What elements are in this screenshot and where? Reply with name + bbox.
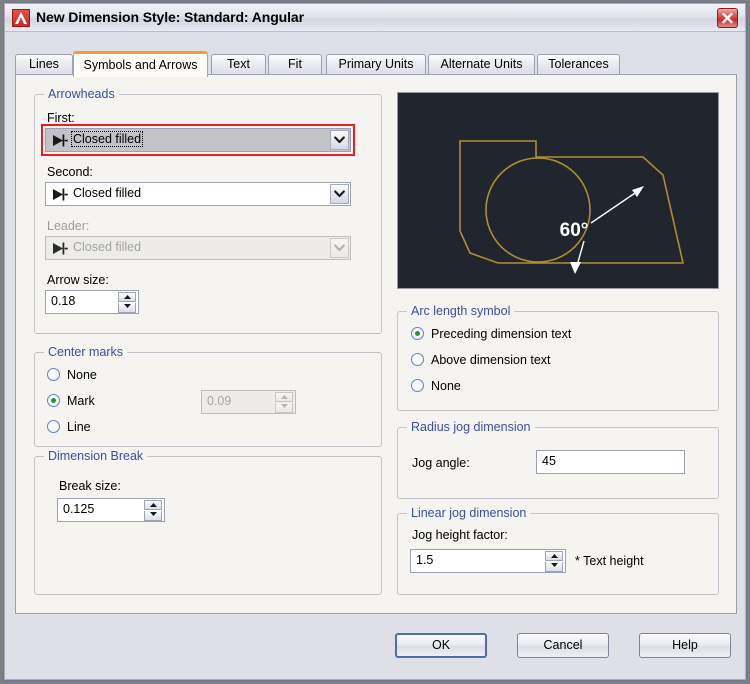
- second-arrowhead-value: Closed filled: [73, 186, 142, 200]
- tab-lines[interactable]: Lines: [15, 54, 73, 75]
- leader-label: Leader:: [47, 219, 90, 233]
- tab-page-symbols-and-arrows: Arrowheads First: Closed filled Second:: [15, 74, 737, 614]
- center-marks-radio-none-label: None: [67, 368, 97, 382]
- leader-arrowhead-value: Closed filled: [73, 240, 142, 254]
- ok-button-label: OK: [431, 638, 451, 652]
- first-arrowhead-value: Closed filled: [70, 131, 144, 147]
- radio-circle-selected-icon: [411, 327, 424, 340]
- center-marks-group-title: Center marks: [44, 345, 128, 359]
- center-mark-size-stepper-down: [275, 403, 293, 413]
- second-arrowhead-combobox[interactable]: Closed filled: [45, 182, 351, 206]
- leader-arrowhead-combobox: Closed filled: [45, 236, 351, 260]
- break-size-value: 0.125: [63, 502, 95, 516]
- radio-circle-icon: [411, 379, 424, 392]
- first-arrowhead-chevron-down-icon[interactable]: [330, 130, 349, 150]
- center-mark-size-field: 0.09: [201, 390, 296, 414]
- break-size-stepper-down[interactable]: [144, 511, 162, 521]
- arc-length-radio-above-label: Above dimension text: [431, 353, 551, 367]
- jog-angle-label: Jog angle:: [412, 456, 470, 470]
- help-button-label: Help: [672, 638, 698, 652]
- autocad-a-icon: [12, 9, 30, 27]
- break-size-label: Break size:: [59, 479, 121, 493]
- close-icon[interactable]: [717, 8, 738, 28]
- preview-angle-label: 60°: [560, 220, 589, 241]
- first-arrowhead-combobox[interactable]: Closed filled: [45, 128, 351, 152]
- tab-alternate-units[interactable]: Alternate Units: [428, 54, 535, 75]
- cancel-button-label: Cancel: [543, 638, 583, 652]
- cancel-button[interactable]: Cancel: [517, 633, 609, 658]
- break-size-stepper-up[interactable]: [144, 500, 162, 510]
- tab-strip: Lines Symbols and Arrows Text Fit Primar…: [15, 51, 737, 77]
- arrow-size-stepper[interactable]: [118, 292, 136, 313]
- center-marks-radio-none[interactable]: None: [47, 367, 97, 383]
- radio-circle-icon: [411, 353, 424, 366]
- tab-text[interactable]: Text: [211, 54, 266, 75]
- arrow-size-field[interactable]: 0.18: [45, 290, 139, 314]
- second-arrowhead-chevron-down-icon[interactable]: [330, 184, 349, 204]
- tab-symbols-and-arrows[interactable]: Symbols and Arrows: [73, 51, 208, 77]
- title-bar: New Dimension Style: Standard: Angular: [5, 4, 745, 32]
- tab-fit[interactable]: Fit: [268, 54, 322, 75]
- jog-height-factor-value: 1.5: [416, 553, 434, 567]
- dimension-break-group-title: Dimension Break: [44, 449, 148, 463]
- arrow-size-value: 0.18: [51, 294, 76, 308]
- break-size-field[interactable]: 0.125: [57, 498, 165, 522]
- jog-angle-value: 45: [542, 454, 556, 468]
- tab-primary-units[interactable]: Primary Units: [326, 54, 426, 75]
- arc-length-radio-preceding[interactable]: Preceding dimension text: [411, 326, 571, 342]
- closed-filled-arrow-icon: [51, 241, 68, 259]
- arc-length-symbol-group-title: Arc length symbol: [407, 304, 515, 318]
- leader-arrowhead-chevron-down-icon: [330, 238, 349, 258]
- jog-angle-field[interactable]: 45: [536, 450, 685, 474]
- arc-length-radio-none[interactable]: None: [411, 378, 461, 394]
- jog-height-factor-field[interactable]: 1.5: [410, 549, 566, 573]
- radius-jog-group-title: Radius jog dimension: [407, 420, 535, 434]
- dialog-title: New Dimension Style: Standard: Angular: [36, 9, 304, 25]
- second-label: Second:: [47, 165, 93, 179]
- arrowheads-group-title: Arrowheads: [44, 87, 119, 101]
- closed-filled-arrow-icon: [51, 187, 68, 205]
- radio-circle-icon: [47, 420, 60, 433]
- jog-height-factor-stepper-up[interactable]: [545, 551, 563, 561]
- arrow-size-label: Arrow size:: [47, 273, 109, 287]
- jog-height-factor-label: Jog height factor:: [412, 528, 508, 542]
- first-label: First:: [47, 111, 75, 125]
- center-marks-radio-line-label: Line: [67, 420, 91, 434]
- tab-tolerances[interactable]: Tolerances: [537, 54, 620, 75]
- center-marks-radio-mark-label: Mark: [67, 394, 95, 408]
- dimension-break-group: Dimension Break: [34, 449, 382, 595]
- ok-button[interactable]: OK: [395, 633, 487, 658]
- center-mark-size-stepper: [275, 392, 293, 413]
- break-size-stepper[interactable]: [144, 500, 162, 521]
- closed-filled-arrow-icon: [51, 133, 68, 151]
- dialog-window: New Dimension Style: Standard: Angular L…: [3, 2, 747, 681]
- text-height-suffix: * Text height: [575, 554, 644, 568]
- radio-circle-icon: [47, 368, 60, 381]
- arc-length-radio-above[interactable]: Above dimension text: [411, 352, 551, 368]
- center-mark-size-stepper-up: [275, 392, 293, 402]
- arc-length-radio-none-label: None: [431, 379, 461, 393]
- center-marks-radio-line[interactable]: Line: [47, 419, 91, 435]
- linear-jog-group-title: Linear jog dimension: [407, 506, 531, 520]
- arrow-size-stepper-up[interactable]: [118, 292, 136, 302]
- center-marks-radio-mark[interactable]: Mark: [47, 393, 95, 409]
- arrow-size-stepper-down[interactable]: [118, 303, 136, 313]
- arc-length-radio-preceding-label: Preceding dimension text: [431, 327, 572, 341]
- jog-height-factor-stepper-down[interactable]: [545, 562, 563, 572]
- jog-height-factor-stepper[interactable]: [545, 551, 563, 572]
- help-button[interactable]: Help: [639, 633, 731, 658]
- radio-circle-selected-icon: [47, 394, 60, 407]
- center-mark-size-value: 0.09: [207, 394, 232, 408]
- dimension-preview: 60°: [397, 92, 719, 289]
